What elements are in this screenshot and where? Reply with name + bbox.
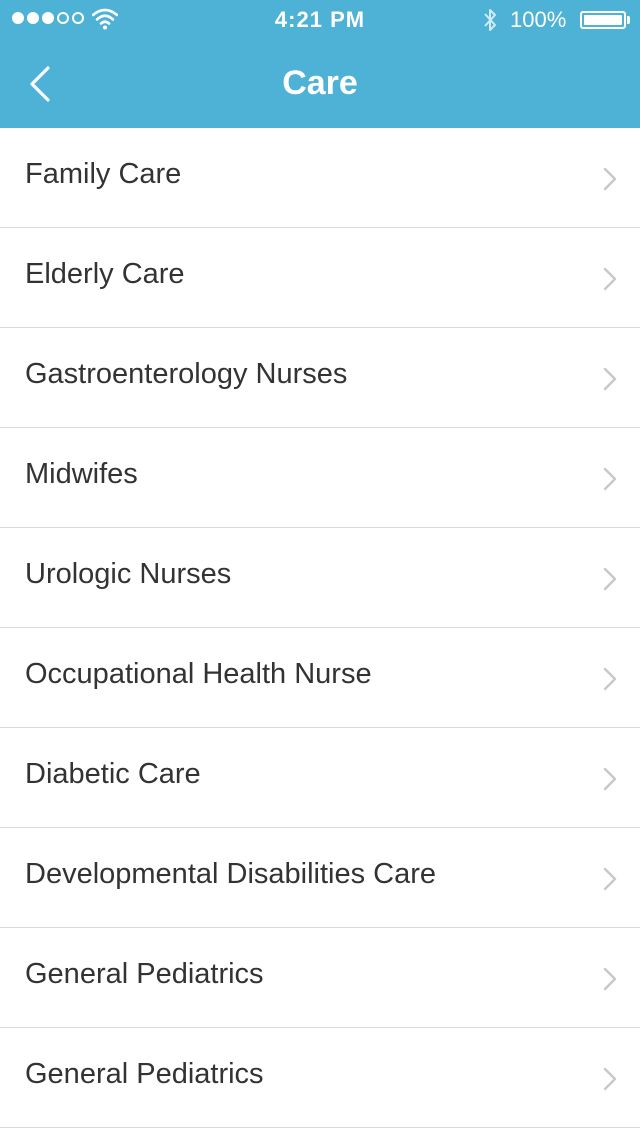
chevron-right-icon xyxy=(603,967,617,991)
chevron-right-icon xyxy=(603,167,617,191)
chevron-right-icon xyxy=(603,367,617,391)
chevron-right-icon xyxy=(603,567,617,591)
list-item[interactable]: Elderly Care xyxy=(0,228,640,328)
header: 4:21 PM 100% Care xyxy=(0,0,640,128)
battery-percent: 100% xyxy=(510,7,567,32)
list-item-label: Developmental Disabilities Care xyxy=(25,858,437,890)
bluetooth-icon xyxy=(484,9,496,31)
battery-fill xyxy=(584,15,622,25)
list-item-label: Elderly Care xyxy=(25,258,185,290)
chevron-right-icon xyxy=(603,1067,617,1091)
list-item[interactable]: Midwifes xyxy=(0,428,640,528)
chevron-right-icon xyxy=(603,467,617,491)
chevron-right-icon xyxy=(603,267,617,291)
list-item[interactable]: Gastroenterology Nurses xyxy=(0,328,640,428)
list-item-label: Family Care xyxy=(25,158,182,190)
list-item[interactable]: Diabetic Care xyxy=(0,728,640,828)
chevron-right-icon xyxy=(603,667,617,691)
list-item[interactable]: Occupational Health Nurse xyxy=(0,628,640,728)
list-item[interactable]: General Pediatrics xyxy=(0,1028,640,1128)
list-item[interactable]: Urologic Nurses xyxy=(0,528,640,628)
battery-tip xyxy=(627,16,630,24)
list-item[interactable]: Family Care xyxy=(0,128,640,228)
list-item-label: General Pediatrics xyxy=(25,1058,264,1090)
list-item-label: Occupational Health Nurse xyxy=(25,658,372,690)
list-item[interactable]: Developmental Disabilities Care xyxy=(0,828,640,928)
care-list: Family Care Elderly Care Gastroenterolog… xyxy=(0,128,640,1128)
list-item-label: Midwifes xyxy=(25,458,138,490)
list-item-label: General Pediatrics xyxy=(25,958,264,990)
battery-icon xyxy=(580,11,626,29)
navigation-bar: Care xyxy=(0,40,640,128)
chevron-right-icon xyxy=(603,867,617,891)
chevron-right-icon xyxy=(603,767,617,791)
status-bar: 4:21 PM 100% xyxy=(0,0,640,40)
page-title: Care xyxy=(282,64,358,102)
list-item-label: Urologic Nurses xyxy=(25,558,232,590)
list-item-label: Gastroenterology Nurses xyxy=(25,358,348,390)
list-item-label: Diabetic Care xyxy=(25,758,201,790)
list-item[interactable]: General Pediatrics xyxy=(0,928,640,1028)
